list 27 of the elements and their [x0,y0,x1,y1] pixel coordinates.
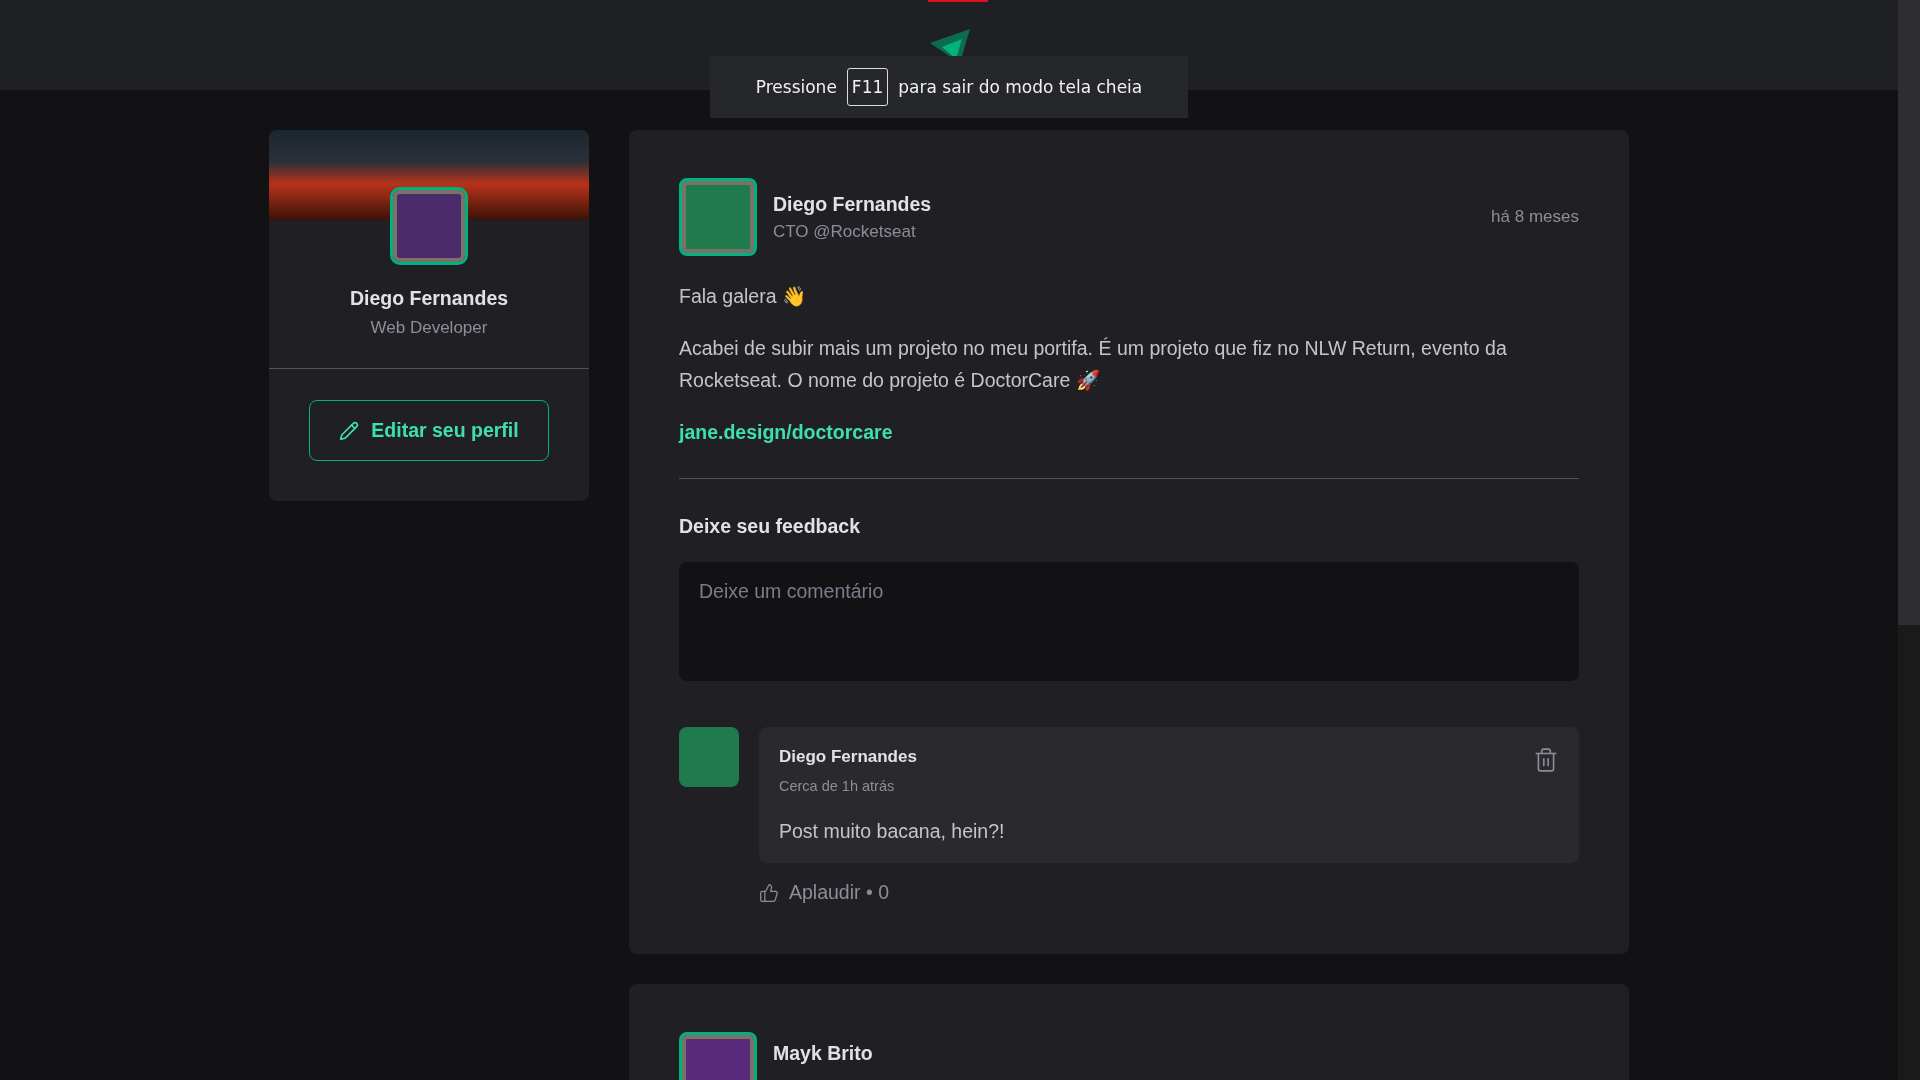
profile-name: Diego Fernandes [348,287,510,310]
post-link[interactable]: jane.design/doctorcare [679,421,893,443]
author-name: Diego Fernandes [773,192,933,216]
tab-indicator [928,0,988,2]
post-time: há 8 meses [1491,207,1579,227]
scrollbar[interactable] [1898,0,1920,1080]
comment-field[interactable]: Deixe um comentário [679,562,1579,681]
delete-button[interactable] [1533,747,1559,773]
notice-text: Pressione [755,77,837,97]
scrollbar-thumb[interactable] [1898,0,1920,625]
applaud-button[interactable]: Aplaudir • 0 [759,881,890,904]
feedback-title: Deixe seu feedback [679,515,861,538]
post-text: Fala galera 👋 [679,284,807,309]
author-name: Mayk Brito [773,1042,874,1065]
avatar-placeholder [679,727,739,787]
author-role: CTO @Rocketseat [773,221,917,242]
key-label: F11 [846,68,889,106]
thumbs-up-icon [759,882,779,903]
pencil-icon [339,420,360,441]
profile-role: Web Developer [369,318,489,338]
comment-author: Diego Fernandes [779,747,917,767]
comment-time: Cerca de 1h atrás [779,778,896,794]
comment-text: Post muito bacana, hein?! [779,820,1006,843]
notice-text: para sair do modo tela cheia [898,77,1143,97]
trash-icon [1533,747,1559,773]
post-text: Acabei de subir mais um projeto no meu portifa. É um projeto que fiz no NLW Return, evento da Rocketseat. O nome do projeto é DoctorCare 🚀 [679,336,1508,393]
edit-profile-button[interactable]: Editar seu perfil [309,400,549,461]
